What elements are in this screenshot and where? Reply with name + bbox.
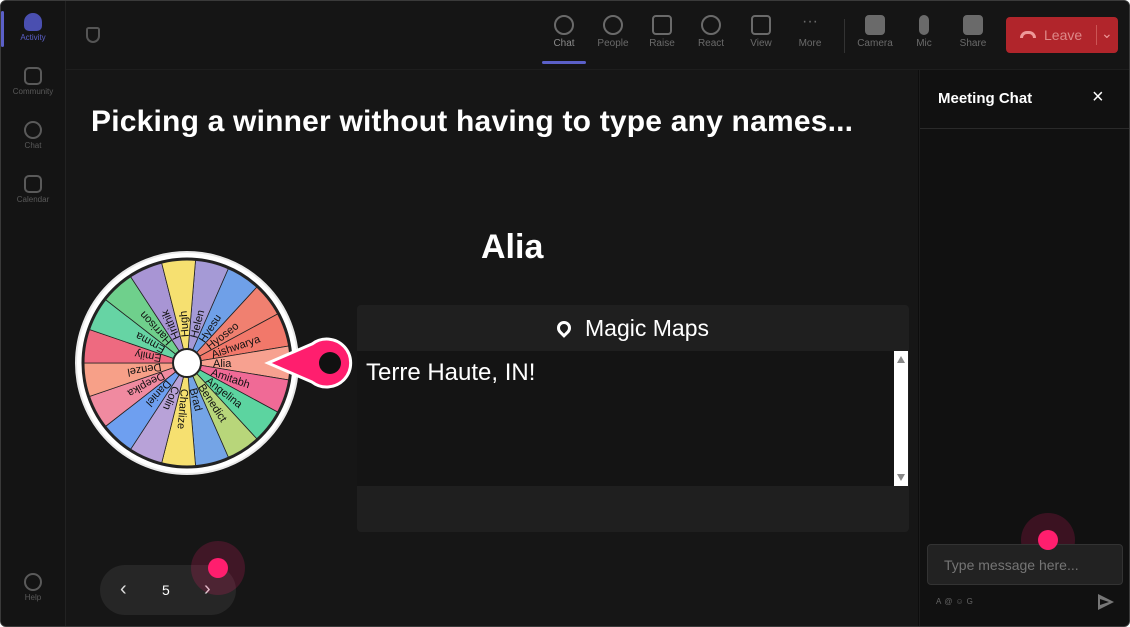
chat-header-divider (920, 128, 1129, 129)
leave-split-divider (1096, 25, 1097, 45)
gif-icon[interactable]: G (967, 597, 976, 606)
wheel-slice-label: Hugh (178, 310, 192, 337)
toolbar-raise-button[interactable]: Raise (637, 11, 687, 49)
location-pin-icon (554, 318, 574, 338)
help-icon (24, 573, 42, 591)
pointer-highlight (1038, 530, 1058, 550)
scroll-up-arrow-icon[interactable] (897, 356, 905, 363)
chevron-down-icon[interactable]: ⌄ (1101, 25, 1113, 42)
attach-icon[interactable]: @ (944, 597, 955, 606)
leave-button[interactable]: Leave ⌄ (1006, 17, 1118, 53)
name-picker-wheel[interactable]: HelenHyesuHyoseoAishwaryaAliaAmitabhAnge… (72, 248, 362, 480)
toolbar-mic-button[interactable]: Mic (899, 11, 949, 49)
smiley-icon (701, 15, 721, 35)
toolbar-button-label: People (597, 38, 629, 49)
rail-item-label: Help (24, 593, 42, 602)
mic-icon (919, 15, 929, 35)
slide-number: 5 (162, 582, 170, 598)
meeting-window: Activity Community Chat Calendar Help Ch… (0, 0, 1130, 627)
toolbar-view-button[interactable]: View (736, 11, 786, 49)
previous-slide-button[interactable]: ‹ (120, 578, 127, 601)
emoji-icon[interactable]: ☺ (955, 597, 966, 606)
calendar-icon (24, 175, 42, 193)
hang-up-icon (1020, 31, 1036, 38)
magic-maps-text[interactable]: Terre Haute, IN! (357, 351, 894, 486)
chat-message-input[interactable] (927, 544, 1123, 585)
chat-format-tools[interactable]: A@☺G (936, 597, 976, 606)
magic-maps-title: Magic Maps (585, 315, 709, 341)
magic-maps-panel: Magic Maps Terre Haute, IN! (357, 305, 909, 532)
meeting-chat-panel: Meeting Chat × A@☺G (919, 70, 1129, 626)
magic-maps-header: Magic Maps (357, 305, 909, 351)
send-icon[interactable] (1098, 594, 1114, 610)
grid-icon (751, 15, 771, 35)
rail-item-help[interactable]: Help (1, 573, 65, 602)
rail-item-label: Activity (20, 33, 46, 42)
toolbar-button-label: Mic (916, 38, 932, 49)
meeting-toolbar: Chat People Raise React View ··· More Ca… (66, 1, 1129, 70)
close-icon[interactable]: × (1092, 86, 1104, 109)
rail-item-community[interactable]: Community (1, 67, 65, 96)
rail-item-calendar[interactable]: Calendar (1, 175, 65, 204)
community-icon (24, 67, 42, 85)
ellipsis-icon: ··· (802, 13, 818, 30)
slide-headline: Picking a winner without having to type … (91, 105, 854, 138)
toolbar-chat-button[interactable]: Chat (539, 11, 589, 64)
scroll-down-arrow-icon[interactable] (897, 474, 905, 481)
magic-maps-scrollbar[interactable] (894, 351, 908, 486)
toolbar-button-label: Camera (857, 38, 893, 49)
toolbar-share-button[interactable]: Share (948, 11, 998, 49)
leave-button-label: Leave (1044, 27, 1083, 43)
toolbar-button-label: Share (959, 38, 987, 49)
chat-icon (24, 121, 42, 139)
toolbar-divider (844, 19, 845, 53)
chat-icon (554, 15, 574, 35)
shield-icon (86, 27, 100, 43)
toolbar-camera-button[interactable]: Camera (850, 11, 900, 49)
toolbar-button-label: Raise (649, 38, 675, 49)
toolbar-button-label: React (697, 38, 725, 49)
wheel-hub (172, 348, 202, 378)
rail-item-chat[interactable]: Chat (1, 121, 65, 150)
toolbar-button-label: Chat (553, 38, 575, 49)
bell-icon (24, 13, 42, 31)
rail-item-label: Calendar (16, 195, 50, 204)
toolbar-react-button[interactable]: React (686, 11, 736, 49)
people-icon (603, 15, 623, 35)
rail-item-label: Chat (24, 141, 42, 150)
pointer-highlight (208, 558, 228, 578)
rail-item-activity[interactable]: Activity (1, 13, 65, 42)
toolbar-button-label: View (750, 38, 772, 49)
app-rail: Activity Community Chat Calendar Help (1, 1, 66, 626)
toolbar-button-label: More (798, 38, 822, 49)
winner-name: Alia (481, 228, 544, 266)
rail-item-label: Community (12, 87, 54, 96)
hand-icon (652, 15, 672, 35)
toolbar-people-button[interactable]: People (588, 11, 638, 49)
share-icon (963, 15, 983, 35)
chat-panel-title: Meeting Chat (938, 90, 1033, 107)
toolbar-more-button[interactable]: ··· More (785, 11, 835, 50)
camera-icon (865, 15, 885, 35)
shared-content-stage: Picking a winner without having to type … (66, 70, 918, 626)
